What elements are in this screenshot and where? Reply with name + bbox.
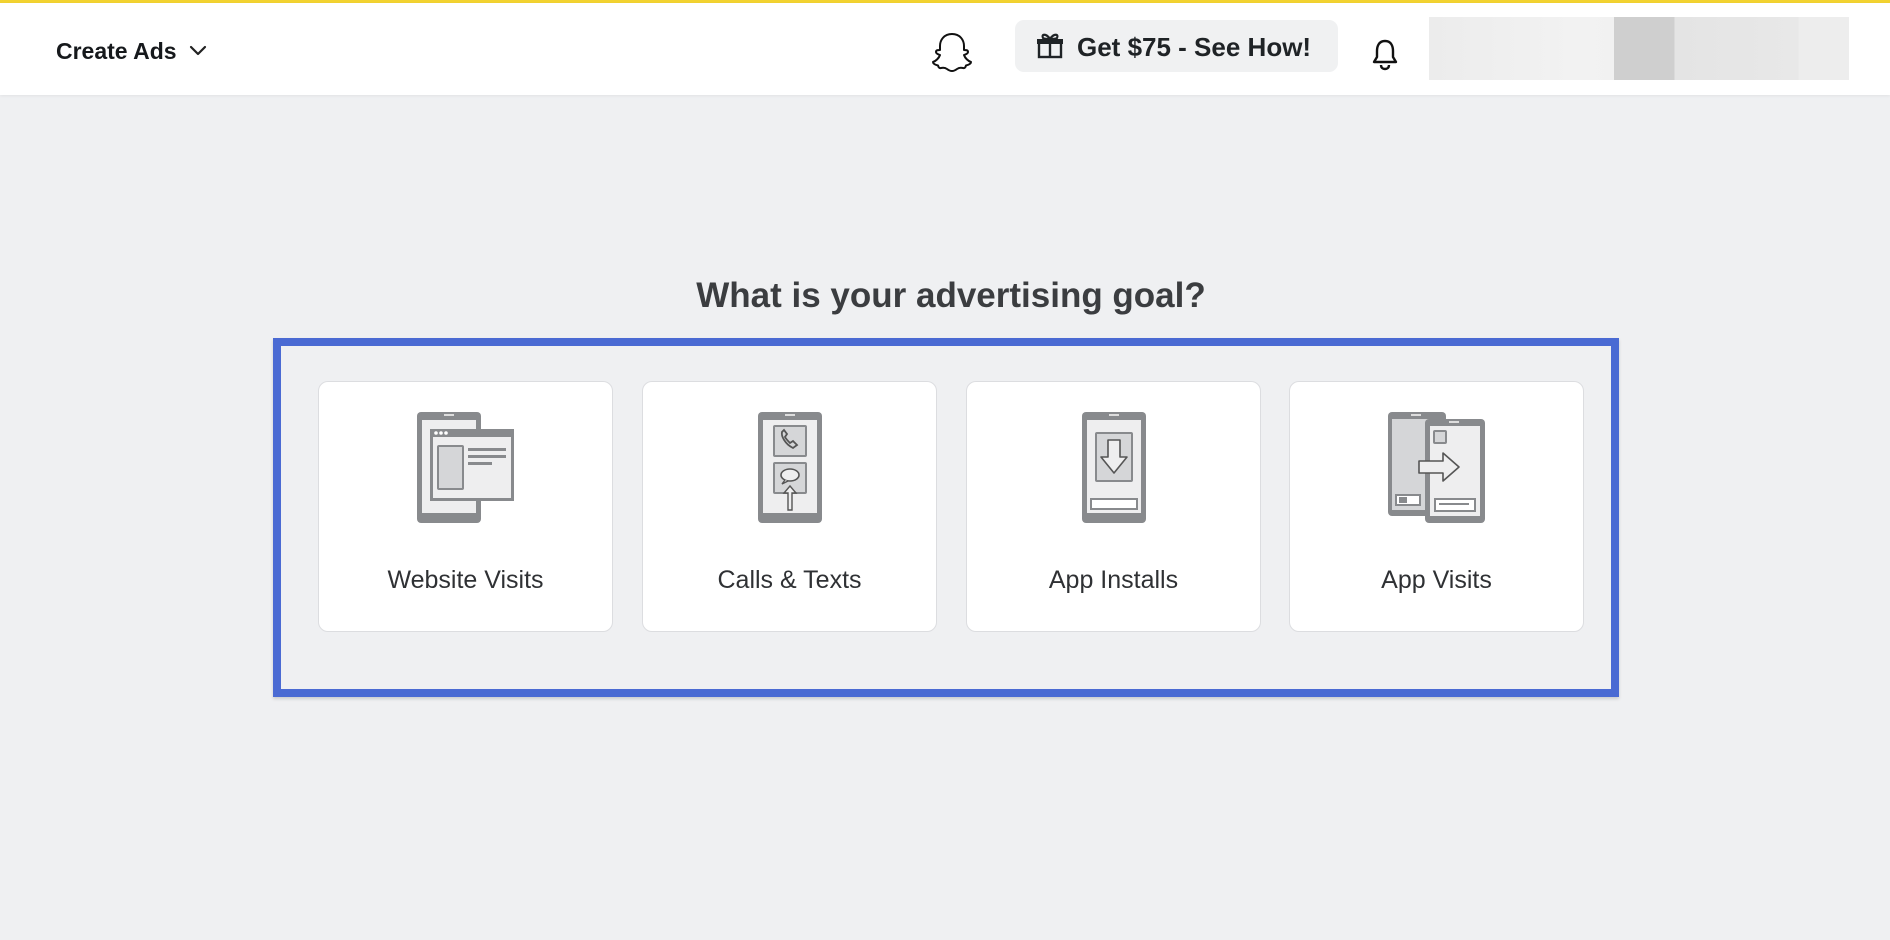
- account-menu[interactable]: [1429, 17, 1849, 80]
- chevron-down-icon: [189, 45, 207, 57]
- top-header: Create Ads Get $75 - See How!: [0, 3, 1890, 95]
- website-visits-icon: [416, 410, 516, 529]
- promo-button[interactable]: Get $75 - See How!: [1015, 20, 1338, 72]
- goal-card-website-visits[interactable]: Website Visits: [318, 381, 613, 632]
- create-ads-label: Create Ads: [56, 37, 177, 64]
- page-title: What is your advertising goal?: [696, 276, 1206, 315]
- goal-label: App Installs: [1048, 566, 1179, 594]
- snapchat-ghost-icon[interactable]: [928, 26, 976, 78]
- bell-icon[interactable]: [1370, 37, 1400, 71]
- goal-card-calls-texts[interactable]: Calls & Texts: [642, 381, 937, 632]
- create-ads-menu[interactable]: Create Ads: [56, 33, 207, 69]
- goal-label: App Visits: [1381, 566, 1492, 594]
- app-installs-icon: [1081, 410, 1147, 529]
- goal-card-app-visits[interactable]: App Visits: [1289, 381, 1584, 632]
- goal-label: Website Visits: [387, 566, 544, 594]
- goal-card-app-installs[interactable]: App Installs: [966, 381, 1261, 632]
- promo-label: Get $75 - See How!: [1077, 32, 1312, 62]
- app-visits-icon: [1387, 410, 1487, 529]
- calls-texts-icon: [757, 410, 823, 529]
- goal-label: Calls & Texts: [717, 566, 862, 594]
- gift-icon: [1035, 31, 1065, 66]
